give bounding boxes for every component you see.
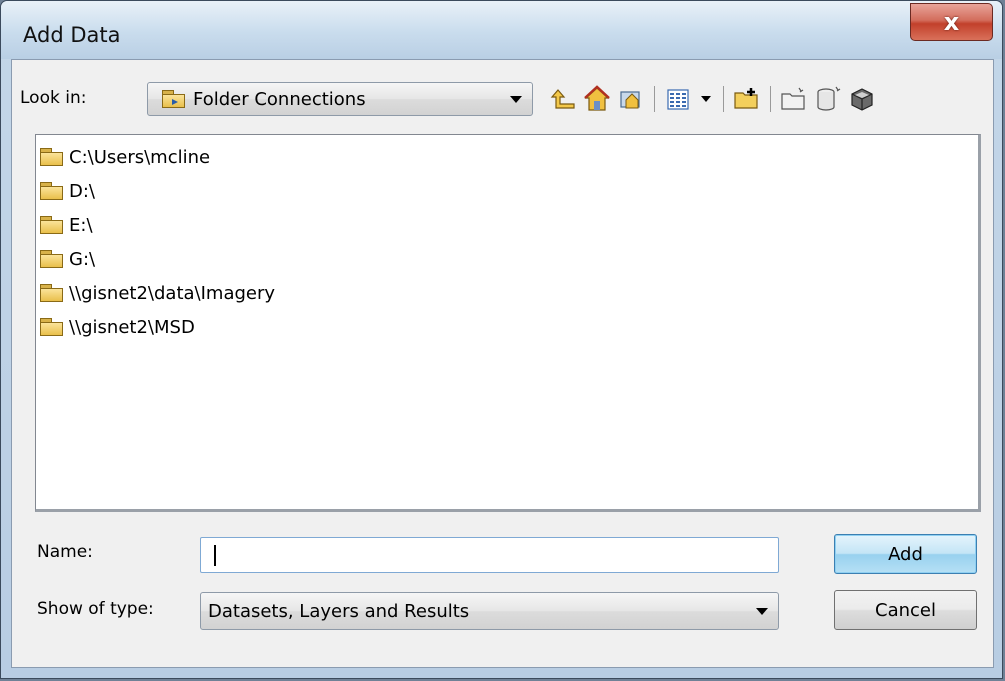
toolbar-separator — [654, 86, 655, 112]
list-item-label: C:\Users\mcline — [69, 146, 211, 168]
new-toolbox-icon[interactable] — [845, 82, 879, 116]
folder-connection-icon — [39, 181, 65, 201]
toolbar-separator — [723, 86, 724, 112]
title-bar[interactable]: Add Data x — [1, 1, 1002, 59]
chevron-down-icon — [510, 96, 522, 103]
folder-connection-icon — [39, 215, 65, 235]
view-dropdown-icon[interactable] — [695, 82, 717, 116]
list-item[interactable]: \\gisnet2\MSD — [39, 313, 195, 341]
look-in-dropdown[interactable]: Folder Connections — [147, 82, 533, 116]
list-item[interactable]: D:\ — [39, 177, 95, 205]
look-in-value: Folder Connections — [193, 88, 366, 110]
list-item[interactable]: \\gisnet2\data\Imagery — [39, 279, 275, 307]
connect-folder-icon[interactable] — [730, 82, 764, 116]
show-of-type-value: Datasets, Layers and Results — [208, 600, 470, 622]
dialog-title: Add Data — [23, 23, 121, 47]
list-item-label: G:\ — [69, 248, 96, 270]
text-caret — [214, 545, 216, 566]
add-data-dialog: Add Data x Look in: Folder Connections C… — [0, 0, 1003, 679]
folder-connection-icon — [39, 249, 65, 269]
toolbar-separator — [770, 86, 771, 112]
home-icon[interactable] — [580, 82, 614, 116]
new-folder-icon[interactable] — [777, 82, 811, 116]
list-item[interactable]: C:\Users\mcline — [39, 143, 210, 171]
folder-connection-icon — [39, 317, 65, 337]
dialog-body: Look in: Folder Connections C:\Users\mcl… — [11, 59, 994, 668]
show-of-type-dropdown[interactable]: Datasets, Layers and Results — [200, 592, 779, 630]
look-in-label: Look in: — [20, 88, 87, 108]
toolbar — [546, 82, 879, 116]
folder-list[interactable]: C:\Users\mcline D:\ E:\ G:\ \\gisnet2\da… — [35, 134, 981, 512]
name-input[interactable] — [200, 537, 779, 573]
list-item-label: \\gisnet2\MSD — [69, 316, 195, 338]
list-item-label: \\gisnet2\data\Imagery — [69, 282, 276, 304]
chevron-down-icon — [756, 608, 768, 615]
name-label: Name: — [37, 542, 93, 562]
new-geodatabase-icon[interactable] — [811, 82, 845, 116]
add-button[interactable]: Add — [834, 534, 977, 574]
folder-connection-icon — [39, 283, 65, 303]
show-of-type-label: Show of type: — [37, 599, 154, 619]
folder-connection-icon — [39, 147, 65, 167]
list-item[interactable]: G:\ — [39, 245, 95, 273]
folder-connections-icon — [161, 89, 187, 109]
cancel-button[interactable]: Cancel — [834, 590, 977, 630]
list-item-label: D:\ — [69, 180, 95, 202]
close-button[interactable]: x — [910, 3, 993, 41]
list-view-icon[interactable] — [661, 82, 695, 116]
close-icon: x — [943, 8, 960, 36]
list-item-label: E:\ — [69, 214, 93, 236]
list-item[interactable]: E:\ — [39, 211, 93, 239]
connect-to-folder-icon[interactable] — [614, 82, 648, 116]
up-one-level-icon[interactable] — [546, 82, 580, 116]
